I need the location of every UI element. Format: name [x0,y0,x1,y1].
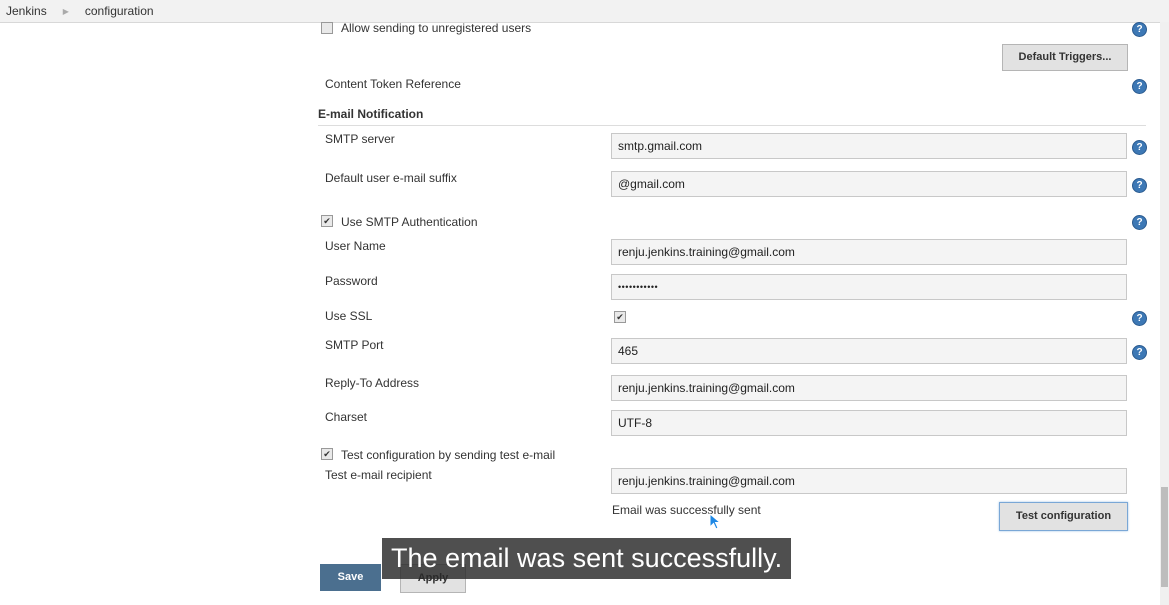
test-config-checkbox[interactable]: ✔ [321,448,333,460]
email-suffix-input[interactable]: @gmail.com [611,171,1127,197]
breadcrumb-jenkins[interactable]: Jenkins [0,4,53,18]
test-configuration-button[interactable]: Test configuration [999,502,1128,531]
password-input[interactable]: ••••••••••• [611,274,1127,300]
test-recipient-label: Test e-mail recipient [325,468,432,482]
breadcrumb-configuration[interactable]: configuration [79,4,160,18]
scrollbar-thumb[interactable] [1161,487,1168,587]
status-message: Email was successfully sent [612,503,761,517]
charset-input[interactable]: UTF-8 [611,410,1127,436]
default-triggers-button[interactable]: Default Triggers... [1002,44,1128,71]
allow-unregistered-checkbox[interactable] [321,22,333,34]
video-subtitle: The email was sent successfully. [382,538,792,579]
smtp-server-label: SMTP server [325,132,395,146]
mouse-cursor-icon [709,513,722,530]
use-auth-label: Use SMTP Authentication [341,215,478,229]
email-suffix-label: Default user e-mail suffix [325,171,457,185]
smtp-port-label: SMTP Port [325,338,384,352]
smtp-port-input[interactable]: 465 [611,338,1127,364]
page-scrollbar[interactable] [1160,22,1169,605]
reply-to-input[interactable]: renju.jenkins.training@gmail.com [611,375,1127,401]
help-icon[interactable]: ? [1132,345,1147,360]
breadcrumb: Jenkins ▶ configuration [0,0,1169,23]
save-button[interactable]: Save [320,564,381,591]
password-label: Password [325,274,378,288]
allow-unregistered-label: Allow sending to unregistered users [341,21,532,35]
help-icon[interactable]: ? [1132,22,1147,37]
help-icon[interactable]: ? [1132,79,1147,94]
breadcrumb-separator-icon: ▶ [62,6,69,16]
username-label: User Name [325,239,386,253]
help-icon[interactable]: ? [1132,215,1147,230]
section-divider [318,125,1146,126]
username-input[interactable]: renju.jenkins.training@gmail.com [611,239,1127,265]
content-token-label: Content Token Reference [325,77,461,91]
test-config-label: Test configuration by sending test e-mai… [341,448,556,462]
help-icon[interactable]: ? [1132,311,1147,326]
help-icon[interactable]: ? [1132,178,1147,193]
reply-to-label: Reply-To Address [325,376,420,390]
charset-label: Charset [325,410,368,424]
test-recipient-input[interactable]: renju.jenkins.training@gmail.com [611,468,1127,494]
help-icon[interactable]: ? [1132,140,1147,155]
use-auth-checkbox[interactable]: ✔ [321,215,333,227]
use-ssl-label: Use SSL [325,309,373,323]
smtp-server-input[interactable]: smtp.gmail.com [611,133,1127,159]
section-title: E-mail Notification [318,107,424,121]
use-ssl-checkbox[interactable]: ✔ [614,311,626,323]
